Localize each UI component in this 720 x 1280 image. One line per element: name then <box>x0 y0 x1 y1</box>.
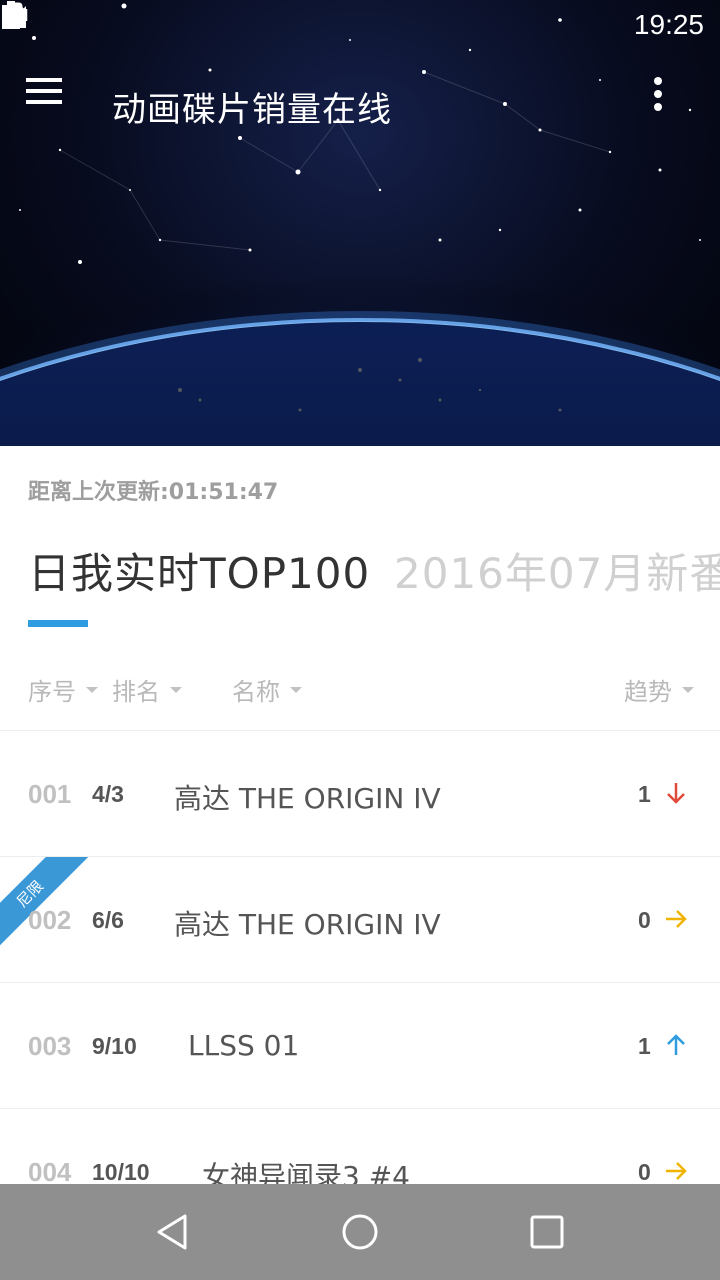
vibrate-icon <box>2 2 488 40</box>
row-index: 001 <box>28 779 72 809</box>
last-update-text: 距离上次更新:01:51:47 <box>28 480 279 505</box>
row-index: 003 <box>28 1031 72 1061</box>
tab-indicator <box>28 620 88 627</box>
arrow-down-icon <box>667 783 685 804</box>
column-name[interactable]: 名称 <box>232 672 302 707</box>
row-trend-value: 0 <box>638 907 651 933</box>
alarm-icon <box>3 4 532 40</box>
home-button[interactable] <box>320 1192 400 1272</box>
status-time: 19:25 <box>633 9 704 40</box>
arrow-up-icon <box>667 1034 685 1055</box>
arrow-right-icon <box>666 910 687 928</box>
column-trend-label: 趋势 <box>624 678 672 706</box>
column-seq[interactable]: 序号 <box>28 672 98 707</box>
header-banner: H 19:25 动画碟片销量在线 <box>0 0 720 446</box>
status-bar: H 19:25 <box>0 0 720 50</box>
caret-down-icon <box>682 686 694 693</box>
row-rank: 4/3 <box>92 781 124 807</box>
row-trend-value: 1 <box>638 781 651 807</box>
caret-down-icon <box>86 686 98 693</box>
battery-icon <box>2 1 620 40</box>
row-index: 002 <box>28 905 72 935</box>
recents-button[interactable] <box>507 1192 587 1272</box>
column-seq-label: 序号 <box>28 678 76 706</box>
caret-down-icon <box>170 686 182 693</box>
app-title: 动画碟片销量在线 <box>112 90 392 130</box>
table-row[interactable]: 尼限 002 6/6 高达 THE ORIGIN IV 0 <box>0 857 720 983</box>
system-nav-bar <box>0 1184 720 1280</box>
row-title: 高达 THE ORIGIN IV <box>174 782 441 815</box>
back-button[interactable] <box>133 1192 213 1272</box>
back-icon <box>157 1214 187 1250</box>
table-row[interactable]: 001 4/3 高达 THE ORIGIN IV 1 <box>0 731 720 857</box>
row-rank: 9/10 <box>92 1033 137 1059</box>
table-row[interactable]: 003 9/10 LLSS 01 1 <box>0 983 720 1109</box>
more-vert-icon <box>654 77 662 111</box>
tab-monthly-new[interactable]: 2016年07月新番 <box>394 540 720 601</box>
row-trend-value: 1 <box>638 1033 651 1059</box>
menu-icon <box>26 78 62 104</box>
row-rank: 6/6 <box>92 907 124 933</box>
row-title: LLSS 01 <box>188 1029 300 1062</box>
signal-icon: H <box>2 4 576 40</box>
row-rank: 10/10 <box>92 1159 150 1185</box>
row-trend-value: 0 <box>638 1159 651 1185</box>
row-title: 高达 THE ORIGIN IV <box>174 908 441 941</box>
home-icon <box>342 1214 378 1250</box>
menu-button[interactable] <box>24 76 88 132</box>
column-name-label: 名称 <box>232 678 280 706</box>
recents-icon <box>530 1215 564 1249</box>
more-options-button[interactable] <box>652 76 700 132</box>
column-rank-label: 排名 <box>112 678 160 706</box>
column-trend[interactable]: 趋势 <box>624 672 694 707</box>
app-toolbar: 动画碟片销量在线 <box>0 62 720 146</box>
tab-daily-top100[interactable]: 日我实时TOP100 <box>28 540 370 601</box>
column-rank[interactable]: 排名 <box>112 672 182 707</box>
caret-down-icon <box>290 686 302 693</box>
arrow-right-icon <box>666 1162 687 1180</box>
